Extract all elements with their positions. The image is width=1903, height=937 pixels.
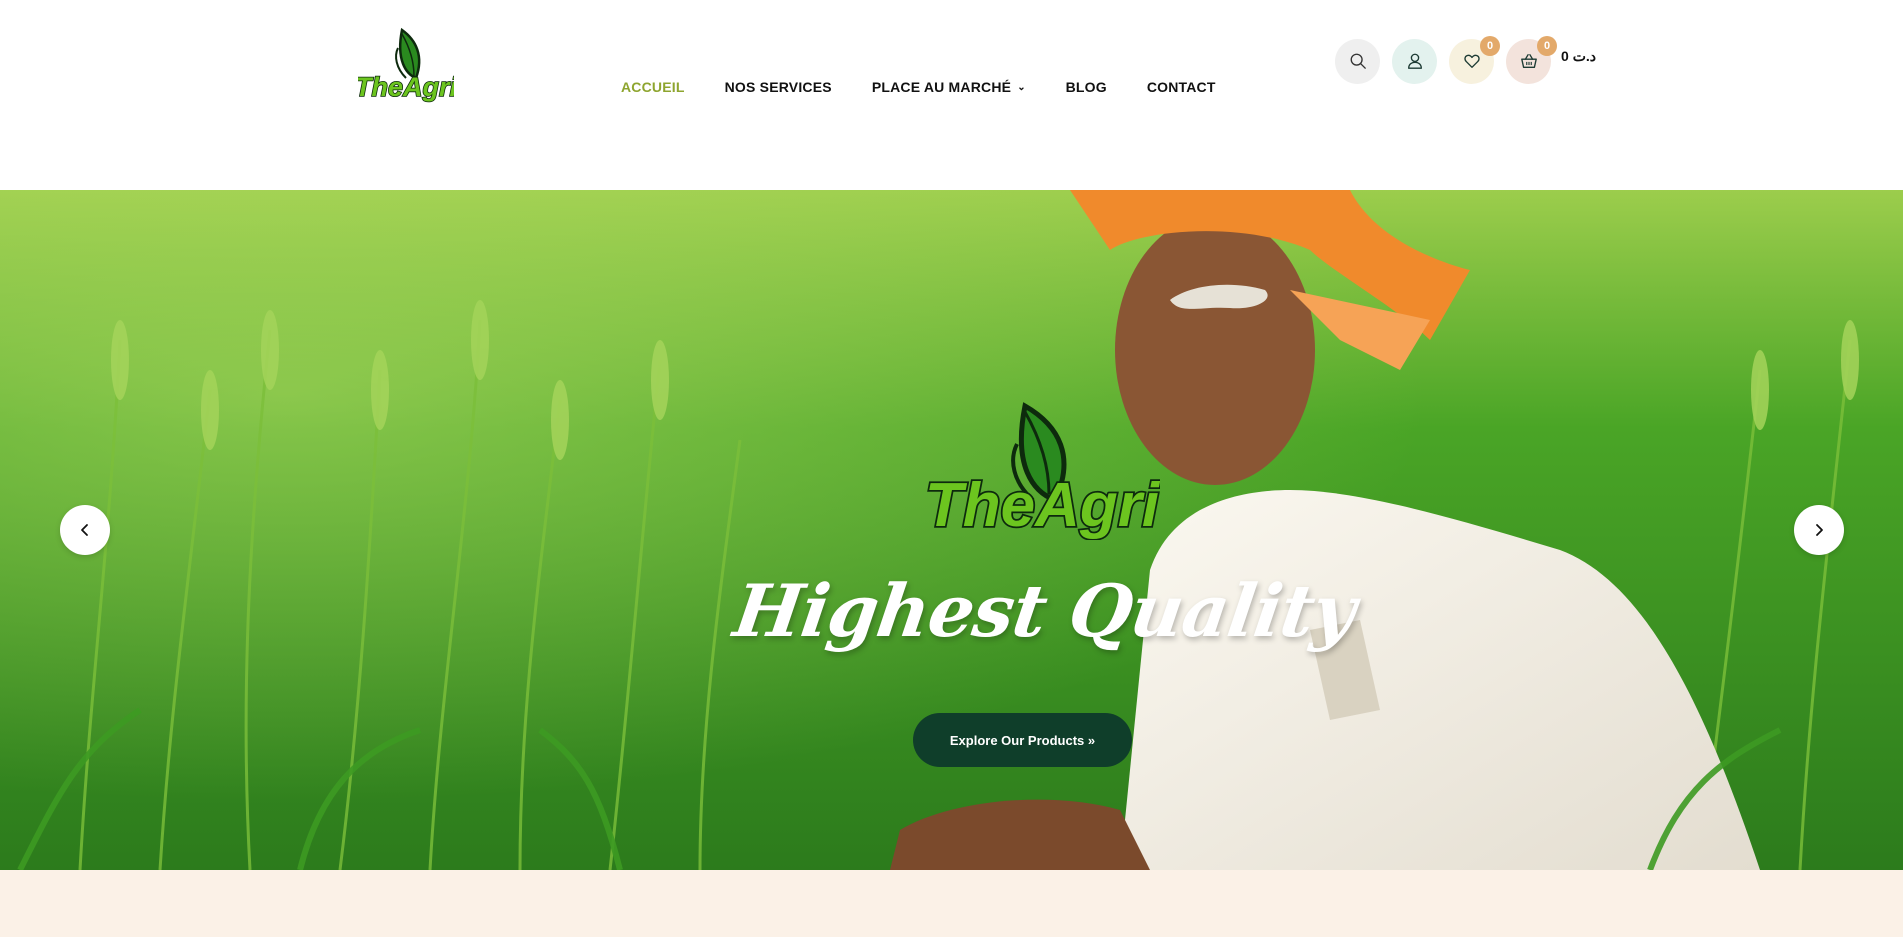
chevron-down-icon: ⌄	[1017, 81, 1026, 93]
nav-item-contact[interactable]: CONTACT	[1147, 79, 1216, 95]
nav-item-place-au-marche[interactable]: PLACE AU MARCHÉ ⌄	[872, 79, 1026, 95]
nav-item-nos-services[interactable]: NOS SERVICES	[725, 79, 832, 95]
cart-count-badge: 0	[1537, 35, 1557, 56]
account-button[interactable]	[1392, 38, 1437, 84]
hero-logo: TheAgri	[923, 400, 1163, 542]
hero-slider: TheAgri Highest Quality Explore Our Prod…	[0, 190, 1903, 870]
nav-link-contact[interactable]: CONTACT	[1147, 79, 1216, 95]
hero-logo-text: TheAgri	[925, 471, 1160, 540]
user-icon	[1407, 53, 1422, 69]
cart-button[interactable]: 0	[1506, 35, 1557, 84]
nav-link-nos-services[interactable]: NOS SERVICES	[725, 79, 832, 95]
slider-next-button[interactable]	[1794, 505, 1844, 555]
search-icon	[1350, 53, 1366, 69]
nav-item-accueil[interactable]: ACCUEIL	[621, 79, 685, 95]
nav-link-accueil[interactable]: ACCUEIL	[621, 79, 685, 95]
wishlist-button[interactable]: 0	[1449, 35, 1500, 84]
chevron-right-icon	[1816, 524, 1823, 536]
chevron-left-icon	[81, 524, 88, 536]
explore-products-button[interactable]: Explore Our Products »	[913, 713, 1132, 767]
nav-item-blog[interactable]: BLOG	[1066, 79, 1107, 95]
site-logo[interactable]: TheAgri	[354, 26, 458, 112]
slider-prev-button[interactable]	[60, 505, 110, 555]
theagri-hero-logo-graphic: TheAgri	[923, 402, 1163, 542]
search-button[interactable]	[1335, 38, 1380, 84]
theagri-logo-graphic: TheAgri	[354, 27, 458, 103]
hero-headline: Highest Quality	[729, 568, 1361, 653]
main-nav: ACCUEIL NOS SERVICES PLACE AU MARCHÉ ⌄ B…	[621, 77, 1256, 97]
heart-icon	[1463, 54, 1480, 68]
wishlist-count-badge: 0	[1480, 35, 1500, 56]
logo-text: TheAgri	[358, 72, 454, 102]
header-actions: 0 0 0 د.ت	[1335, 35, 1596, 84]
cart-total[interactable]: 0 د.ت	[1561, 48, 1596, 65]
nav-link-place-au-marche[interactable]: PLACE AU MARCHÉ	[872, 79, 1011, 95]
nav-link-blog[interactable]: BLOG	[1066, 79, 1107, 95]
site-header: TheAgri ACCUEIL NOS SERVICES PLACE AU MA…	[0, 0, 1903, 190]
next-section	[0, 870, 1903, 937]
basket-icon	[1520, 54, 1537, 68]
